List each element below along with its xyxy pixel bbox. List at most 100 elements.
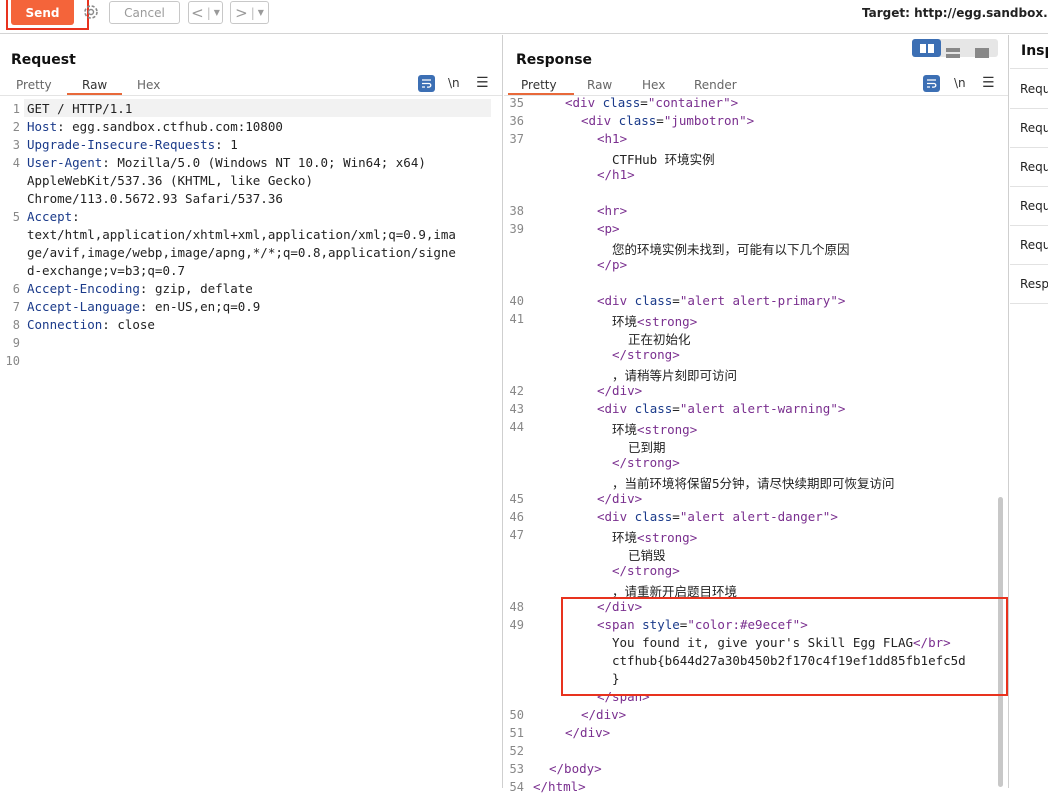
line-number: 3 <box>0 138 20 152</box>
request-line: GET / HTTP/1.1 <box>27 101 132 116</box>
send-button[interactable]: Send <box>11 0 74 25</box>
request-line: Connection: close <box>27 317 155 332</box>
response-line: </html> <box>533 779 586 794</box>
response-line: 环境<strong> <box>612 419 697 438</box>
request-line: Chrome/113.0.5672.93 Safari/537.36 <box>27 191 283 206</box>
settings-gear-icon[interactable] <box>81 2 101 22</box>
inspector-divider <box>1010 68 1048 69</box>
inspector-row[interactable]: Requ <box>1010 109 1048 148</box>
response-line: <div class="alert alert-danger"> <box>597 509 838 524</box>
request-panel: Request Pretty Raw Hex \n ☰ 1 2 3 4 5 6 … <box>0 35 503 788</box>
line-number: 43 <box>504 402 524 416</box>
menu-icon[interactable]: ☰ <box>982 75 995 91</box>
line-number: 50 <box>504 708 524 722</box>
request-line: AppleWebKit/537.36 (KHTML, like Gecko) <box>27 173 313 188</box>
line-number: 42 <box>504 384 524 398</box>
tab-request-raw[interactable]: Raw <box>82 78 107 92</box>
line-number: 8 <box>0 318 20 332</box>
flag-highlight-box <box>561 597 1008 696</box>
line-number: 37 <box>504 132 524 146</box>
response-line: </p> <box>597 257 627 272</box>
target-url[interactable]: Target: http://egg.sandbox.ctf <box>862 6 1048 20</box>
back-button[interactable]: <|▼ <box>188 1 223 24</box>
response-line: </strong> <box>612 455 680 470</box>
inspector-panel: Insp Requ Requ Requ Requ Requ Resp <box>1010 35 1048 788</box>
response-line: CTFHub 环境实例 <box>612 149 715 168</box>
request-line: text/html,application/xhtml+xml,applicat… <box>27 227 456 242</box>
response-line: <p> <box>597 221 620 236</box>
inspector-row[interactable]: Requ <box>1010 226 1048 265</box>
response-line: </strong> <box>612 563 680 578</box>
caret-down-icon: ▼ <box>214 8 220 17</box>
layout-tabs-icon[interactable] <box>975 43 989 53</box>
response-line: 已销毁 <box>628 545 666 564</box>
response-line: 正在初始化 <box>628 329 691 348</box>
wrap-lines-icon[interactable] <box>418 75 435 92</box>
line-number: 49 <box>504 618 524 632</box>
response-line: </strong> <box>612 347 680 362</box>
response-line: 已到期 <box>628 437 666 456</box>
response-line: ，当前环境将保留5分钟，请尽快续期即可恢复访问 <box>612 473 895 492</box>
menu-icon[interactable]: ☰ <box>476 75 489 91</box>
tab-response-render[interactable]: Render <box>694 78 737 92</box>
inspector-row[interactable]: Resp <box>1010 265 1048 304</box>
response-line: </div> <box>581 707 626 722</box>
line-number: 36 <box>504 114 524 128</box>
response-title: Response <box>516 52 592 68</box>
line-number: 44 <box>504 420 524 434</box>
request-line: User-Agent: Mozilla/5.0 (Windows NT 10.0… <box>27 155 426 170</box>
request-line: Accept: <box>27 209 80 224</box>
line-number: 40 <box>504 294 524 308</box>
line-number: 48 <box>504 600 524 614</box>
response-line: <div class="alert alert-warning"> <box>597 401 845 416</box>
request-line: ge/avif,image/webp,image/apng,*/*;q=0.8,… <box>27 245 456 260</box>
chevron-left-icon: < <box>191 4 204 22</box>
line-number: 5 <box>0 210 20 224</box>
line-number: 52 <box>504 744 524 758</box>
line-number: 2 <box>0 120 20 134</box>
request-line: Accept-Encoding: gzip, deflate <box>27 281 253 296</box>
line-number: 46 <box>504 510 524 524</box>
inspector-row[interactable]: Requ <box>1010 148 1048 187</box>
request-line: Accept-Language: en-US,en;q=0.9 <box>27 299 260 314</box>
response-line: <hr> <box>597 203 627 218</box>
line-number: 47 <box>504 528 524 542</box>
tab-response-pretty[interactable]: Pretty <box>521 78 557 92</box>
line-number: 51 <box>504 726 524 740</box>
response-line: <div class="container"> <box>565 95 738 110</box>
tab-request-hex[interactable]: Hex <box>137 78 160 92</box>
response-line: 环境<strong> <box>612 527 697 546</box>
line-number: 41 <box>504 312 524 326</box>
layout-side-by-side-icon[interactable] <box>912 39 941 57</box>
request-line: Upgrade-Insecure-Requests: 1 <box>27 137 238 152</box>
request-title: Request <box>11 52 76 68</box>
response-line: 环境<strong> <box>612 311 697 330</box>
caret-down-icon: ▼ <box>258 8 264 17</box>
line-number: 38 <box>504 204 524 218</box>
toolbar: Send Cancel <|▼ >|▼ Target: http://egg.s… <box>0 0 1048 34</box>
inspector-row[interactable]: Requ <box>1010 187 1048 226</box>
tab-request-pretty[interactable]: Pretty <box>16 78 52 92</box>
wrap-lines-icon[interactable] <box>923 75 940 92</box>
response-line: </body> <box>549 761 602 776</box>
line-number: 9 <box>0 336 20 350</box>
line-number: 1 <box>0 102 20 116</box>
line-number: 10 <box>0 354 20 368</box>
newline-toggle-icon[interactable]: \n <box>448 76 460 90</box>
tabs-divider <box>0 95 502 96</box>
line-number: 54 <box>504 780 524 794</box>
layout-toggle[interactable] <box>912 39 998 57</box>
response-line: <div class="jumbotron"> <box>581 113 754 128</box>
tab-response-raw[interactable]: Raw <box>587 78 612 92</box>
newline-toggle-icon[interactable]: \n <box>954 76 966 90</box>
line-number: 7 <box>0 300 20 314</box>
tab-response-hex[interactable]: Hex <box>642 78 665 92</box>
forward-button[interactable]: >|▼ <box>230 1 269 24</box>
layout-stacked-icon[interactable] <box>946 43 960 53</box>
inspector-row[interactable]: Requ <box>1010 70 1048 109</box>
cancel-button[interactable]: Cancel <box>109 1 180 24</box>
response-line: <h1> <box>597 131 627 146</box>
response-line: ，请稍等片刻即可访问 <box>612 365 737 384</box>
request-line: d-exchange;v=b3;q=0.7 <box>27 263 185 278</box>
line-number: 35 <box>504 96 524 110</box>
